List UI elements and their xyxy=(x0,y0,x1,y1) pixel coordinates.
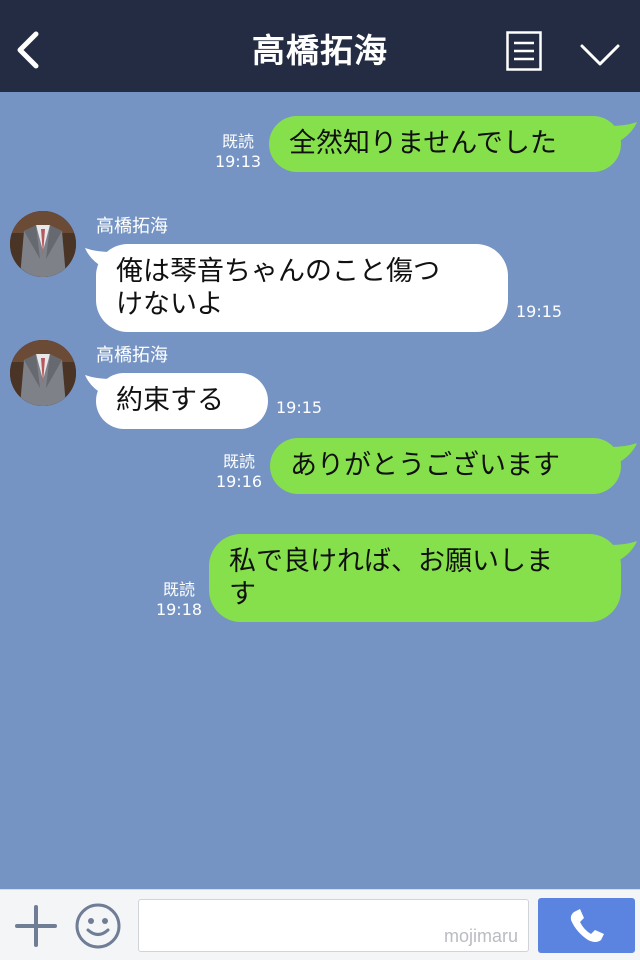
call-button[interactable] xyxy=(538,898,635,953)
message-text: 私で良ければ、お願いしま xyxy=(229,546,553,577)
avatar[interactable] xyxy=(10,211,76,277)
message-composer: mojimaru xyxy=(0,889,640,960)
outgoing-message[interactable]: 全然知りませんでした xyxy=(269,116,621,172)
message-time: 19:15 xyxy=(516,302,563,321)
message-input[interactable]: mojimaru xyxy=(138,899,529,952)
person-avatar-icon xyxy=(10,340,76,406)
sender-name: 高橋拓海 xyxy=(96,216,168,237)
bubble-tail xyxy=(610,443,637,463)
read-label: 既読 xyxy=(222,452,255,471)
message-time: 19:18 xyxy=(155,600,203,619)
list-icon xyxy=(506,31,542,71)
person-avatar-icon xyxy=(10,211,76,277)
chat-title: 高橋拓海 xyxy=(252,31,388,70)
watermark-text: mojimaru xyxy=(443,926,518,946)
avatar[interactable] xyxy=(10,340,76,406)
chat-area[interactable]: 既読 19:13 全然知りませんでした 高橋拓海 俺は琴音ちゃんのこと傷つ けな… xyxy=(0,92,640,889)
add-button[interactable] xyxy=(14,904,58,948)
chevron-down-icon xyxy=(580,44,620,66)
read-label: 既読 xyxy=(221,132,254,151)
message-status: 既読 19:16 xyxy=(215,452,263,492)
message-time: 19:16 xyxy=(215,472,263,491)
message-time: 19:13 xyxy=(214,152,262,171)
chat-header: 高橋拓海 xyxy=(0,0,640,92)
message-time: 19:15 xyxy=(276,398,323,417)
message-text: 約束する xyxy=(116,385,224,416)
message-text: けないよ xyxy=(116,289,224,320)
read-label: 既読 xyxy=(162,580,195,599)
emoji-button[interactable] xyxy=(74,902,122,950)
message-text: 全然知りませんでした xyxy=(289,128,557,159)
plus-icon xyxy=(15,905,57,947)
message-text: ありがとうございます xyxy=(290,450,560,481)
incoming-message[interactable]: 約束する xyxy=(96,373,268,429)
message-status: 既読 19:13 xyxy=(214,132,262,172)
phone-icon xyxy=(570,909,604,942)
sender-name: 高橋拓海 xyxy=(96,345,168,366)
incoming-message[interactable]: 俺は琴音ちゃんのこと傷つ けないよ xyxy=(96,244,508,332)
message-status: 既読 19:18 xyxy=(154,580,204,620)
bubble-tail xyxy=(610,122,637,142)
smiley-icon xyxy=(75,903,121,949)
message-text: す xyxy=(229,579,256,610)
bubble-tail xyxy=(610,541,637,561)
outgoing-message[interactable]: ありがとうございます xyxy=(270,438,621,494)
message-text: 俺は琴音ちゃんのこと傷つ xyxy=(116,256,440,287)
outgoing-message[interactable]: 私で良ければ、お願いしま す xyxy=(209,534,621,622)
collapse-button[interactable] xyxy=(578,38,622,70)
menu-button[interactable] xyxy=(506,31,542,71)
